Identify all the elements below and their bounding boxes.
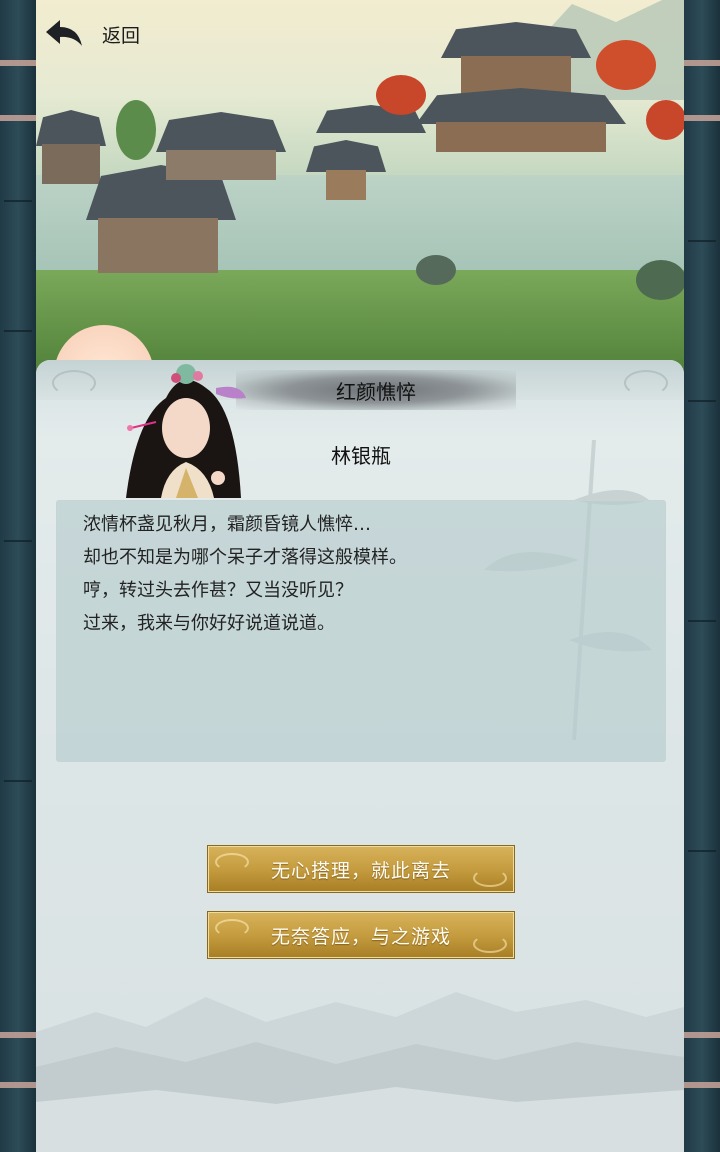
dialog-title: 红颜憔悴	[336, 379, 416, 404]
cloud-ornament-left-icon	[52, 370, 96, 396]
dialog-panel: 红颜憔悴 林银瓶 浓情杯盏见秋月，霜颜昏镜人憔悴… 却也不知是为哪个呆子才落得这…	[36, 360, 684, 1152]
ink-mountains-decoration	[36, 992, 684, 1152]
dialog-line: 过来，我来与你好好说道说道。	[83, 613, 335, 634]
cloud-swirl-icon	[215, 919, 249, 937]
dialog-text-box: 浓情杯盏见秋月，霜颜昏镜人憔悴… 却也不知是为哪个呆子才落得这般模样。 哼，转过…	[56, 500, 666, 762]
back-button[interactable]: 返回	[42, 8, 140, 60]
choice-label: 无心搭理，就此离去	[270, 859, 451, 882]
dialog-line: 哼，转过头去作甚？又当没听见？	[83, 580, 353, 601]
character-portrait	[126, 364, 246, 498]
dialog-line: 却也不知是为哪个呆子才落得这般模样。	[83, 547, 407, 568]
dialog-title-banner: 红颜憔悴	[236, 370, 516, 410]
choice-button-leave[interactable]: 无心搭理，就此离去	[208, 846, 514, 892]
back-arrow-icon	[46, 20, 82, 46]
cloud-swirl-icon	[473, 869, 507, 887]
choice-button-play[interactable]: 无奈答应，与之游戏	[208, 912, 514, 958]
cloud-swirl-icon	[215, 853, 249, 871]
cloud-ornament-right-icon	[624, 370, 668, 396]
game-frame: 红颜憔悴 林银瓶 浓情杯盏见秋月，霜颜昏镜人憔悴… 却也不知是为哪个呆子才落得这…	[36, 0, 684, 1152]
choice-label: 无奈答应，与之游戏	[270, 925, 451, 948]
left-border-decoration	[0, 0, 36, 1152]
dialog-line: 浓情杯盏见秋月，霜颜昏镜人憔悴…	[83, 514, 371, 535]
right-border-decoration	[684, 0, 720, 1152]
cloud-swirl-icon	[473, 935, 507, 953]
speaker-name: 林银瓶	[331, 444, 391, 468]
back-label: 返回	[102, 24, 141, 47]
